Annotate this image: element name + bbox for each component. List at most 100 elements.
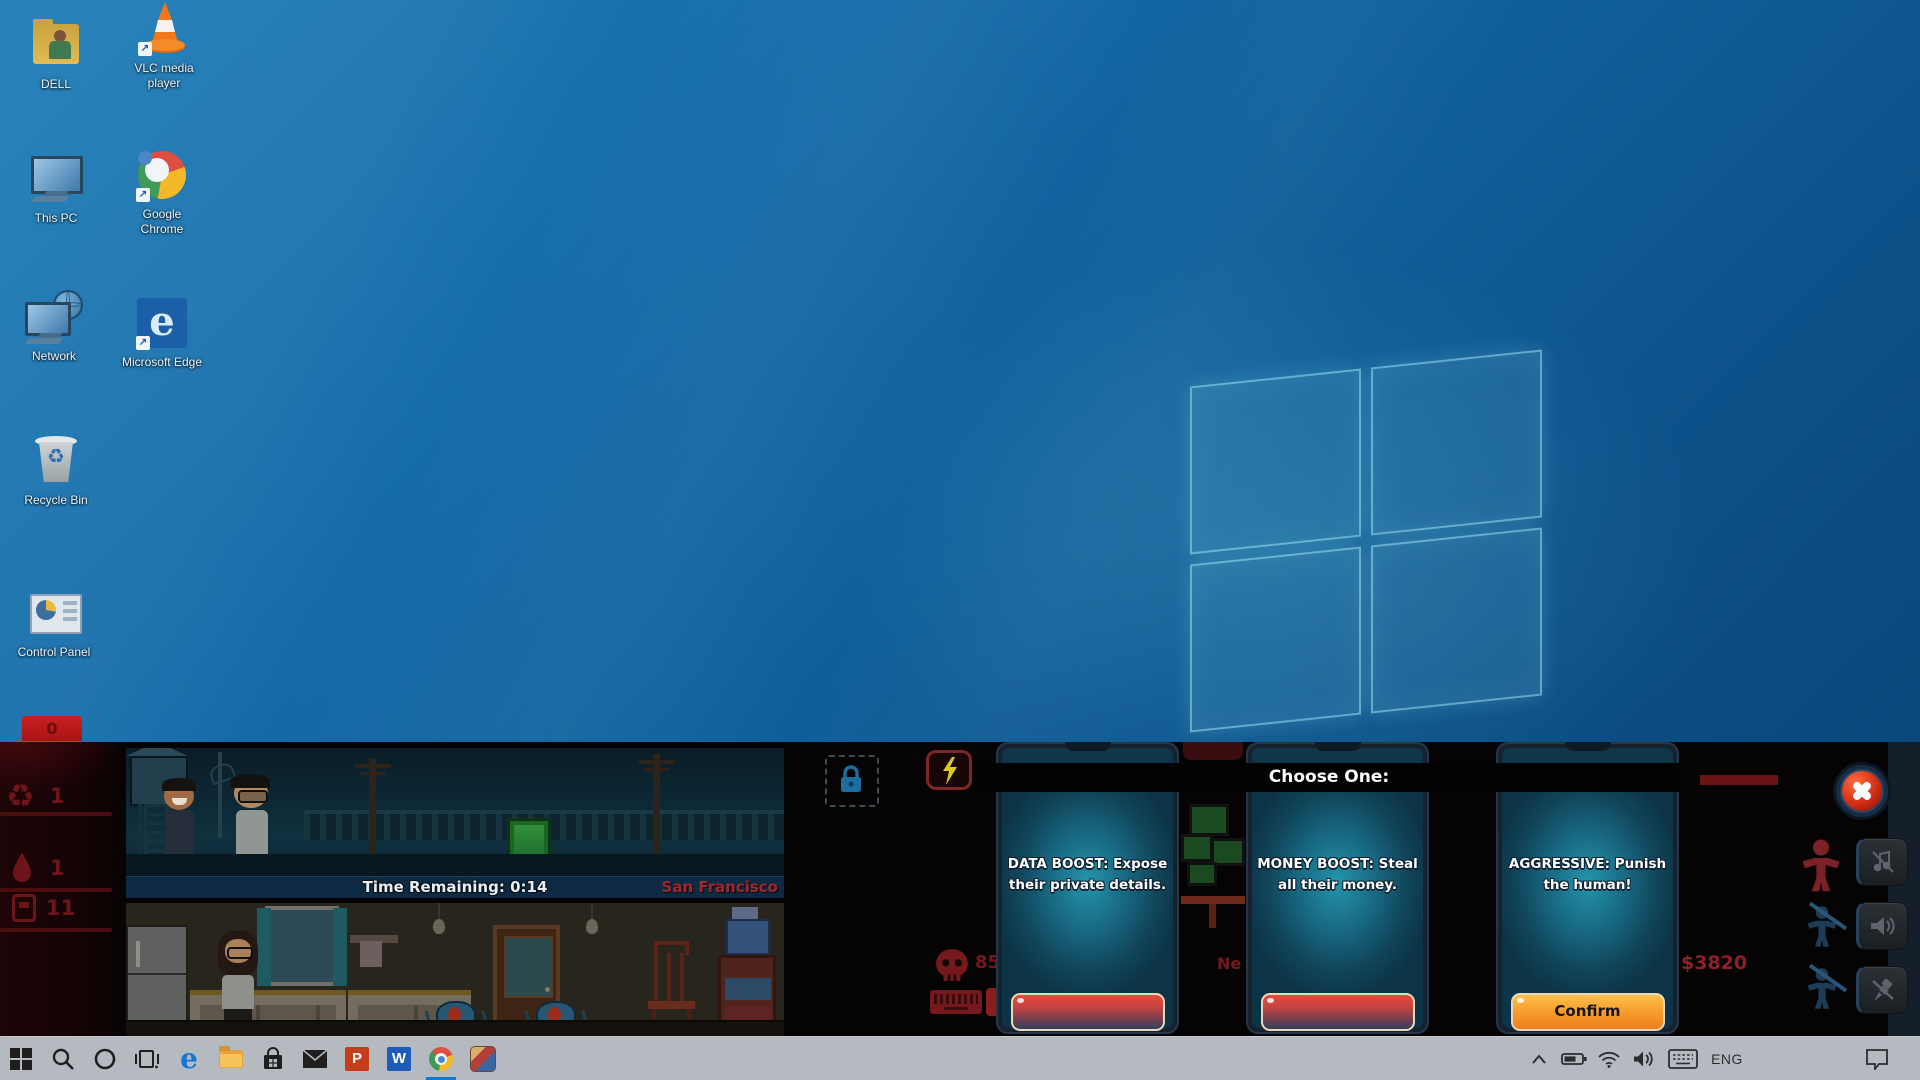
taskbar: e P W (0, 1036, 1920, 1080)
game-app-icon (470, 1046, 496, 1072)
card-description: DATA BOOST: Expose their private details… (1004, 854, 1171, 896)
start-button[interactable] (0, 1037, 42, 1080)
microsoft-store-button[interactable] (252, 1037, 294, 1080)
shortcut-arrow-icon: ↗ (138, 42, 152, 56)
lightning-icon (941, 757, 959, 785)
network-globe-icon (25, 288, 83, 346)
tray-battery[interactable] (1556, 1037, 1592, 1080)
kitchen-window (265, 906, 339, 986)
game-window: ♻ 1 1 11 (0, 742, 1920, 1036)
tray-volume[interactable] (1626, 1037, 1662, 1080)
folder-icon (27, 16, 85, 74)
target-person-icon (1798, 838, 1844, 899)
taskbar-chrome-button[interactable] (420, 1037, 462, 1080)
powerpoint-icon: P (345, 1047, 369, 1071)
desktop-icon-vlc[interactable]: ↗ VLC media player (122, 0, 206, 91)
desktop-icon-this-pc[interactable]: This PC (14, 150, 98, 226)
tray-touch-keyboard[interactable] (1662, 1037, 1704, 1080)
select-data-boost-button[interactable] (1011, 993, 1165, 1031)
next-city-partial-text: Ne (1217, 954, 1241, 973)
taskbar-edge-button[interactable]: e (168, 1037, 210, 1080)
powerpoint-button[interactable]: P (336, 1037, 378, 1080)
vlc-cone-icon: ↗ (135, 0, 193, 58)
counter-divider (0, 888, 112, 892)
mail-icon (302, 1049, 328, 1069)
desktop-icon-label: VLC media player (122, 61, 206, 91)
speaker-icon (1869, 914, 1897, 938)
money-stat-value: $3820 (1681, 952, 1747, 974)
windows-logo-pane (1190, 547, 1361, 733)
show-desktop-edge[interactable] (1898, 1037, 1920, 1080)
water-count: 1 (50, 856, 65, 880)
tray-language[interactable]: ENG (1704, 1037, 1750, 1080)
music-mute-button[interactable] (1856, 838, 1908, 886)
touch-keyboard-icon (1668, 1049, 1698, 1069)
mail-button[interactable] (294, 1037, 336, 1080)
tray-chevron-up[interactable] (1522, 1037, 1556, 1080)
chevron-up-icon (1531, 1054, 1547, 1064)
select-money-boost-button[interactable] (1261, 993, 1415, 1031)
close-dialog-button[interactable] (1833, 762, 1891, 820)
shortcut-arrow-icon: ↗ (136, 188, 150, 202)
red-bar (1700, 775, 1778, 785)
speaker-icon (1633, 1050, 1655, 1068)
running-game-button[interactable] (462, 1037, 504, 1080)
search-button[interactable] (42, 1037, 84, 1080)
store-bag-icon (261, 1047, 285, 1071)
counter-divider (0, 928, 112, 932)
chrome-icon (429, 1047, 453, 1071)
phone-notch (1565, 742, 1611, 751)
desktop-icon-label: This PC (14, 211, 98, 226)
deck-count: 11 (46, 896, 75, 920)
recycle-resource-icon: ♻ (6, 780, 35, 812)
word-button[interactable]: W (378, 1037, 420, 1080)
lock-icon (838, 765, 864, 795)
tray-wifi[interactable] (1592, 1037, 1626, 1080)
sound-button[interactable] (1856, 902, 1908, 950)
wifi-icon (1598, 1051, 1620, 1068)
desktop-icon-label: Google Chrome (120, 207, 204, 237)
desktop-icon-label: Microsoft Edge (120, 355, 204, 370)
task-view-button[interactable] (126, 1037, 168, 1080)
desktop-icon-control-panel[interactable]: Control Panel (12, 584, 96, 660)
control-panel-icon (25, 584, 83, 642)
skull-icon (933, 947, 971, 988)
pin-toggle-button[interactable] (1856, 966, 1908, 1014)
game-notification-badge: 0 (22, 716, 82, 741)
dialog-title-bar: Choose One: (976, 763, 1682, 792)
desktop-icon-edge[interactable]: e ↗ Microsoft Edge (120, 294, 204, 370)
pin-off-icon (1870, 977, 1896, 1003)
desktop-icon-label: Network (12, 349, 96, 364)
phone-notch (1065, 742, 1111, 751)
shortcut-arrow-icon: ↗ (136, 336, 150, 350)
confirm-button[interactable]: Confirm (1511, 993, 1665, 1031)
windows-logo (1190, 350, 1542, 733)
hanging-bulb (438, 903, 440, 921)
cortana-button[interactable] (84, 1037, 126, 1080)
desktop-icon-chrome[interactable]: ↗ Google Chrome (120, 146, 204, 237)
deck-resource-icon (12, 894, 36, 922)
windows-logo-pane (1371, 350, 1542, 536)
desktop-icon-dell[interactable]: DELL (14, 16, 98, 92)
street-scene (126, 748, 784, 876)
water-resource-icon (10, 852, 34, 889)
edge-icon: e ↗ (133, 294, 191, 352)
recycle-bin-icon: ♻ (27, 432, 85, 490)
stacked-boxes (726, 919, 770, 955)
desktop-icon-network[interactable]: Network (12, 288, 96, 364)
desktop-icon-label: DELL (14, 77, 98, 92)
search-icon (51, 1047, 75, 1071)
desktop-icon-label: Recycle Bin (14, 493, 98, 508)
windows-logo-pane (1371, 528, 1542, 714)
phone-notch (1315, 742, 1361, 751)
cortana-icon (93, 1047, 117, 1071)
house-scene (126, 903, 784, 1036)
desktop-icon-label: Control Panel (12, 645, 96, 660)
music-off-icon (1870, 849, 1896, 875)
action-center-button[interactable] (1856, 1037, 1898, 1080)
desktop-icon-recycle-bin[interactable]: ♻ Recycle Bin (14, 432, 98, 508)
energy-slot[interactable] (926, 750, 972, 790)
file-explorer-button[interactable] (210, 1037, 252, 1080)
word-icon: W (387, 1047, 411, 1071)
recycle-count: 1 (50, 784, 65, 808)
